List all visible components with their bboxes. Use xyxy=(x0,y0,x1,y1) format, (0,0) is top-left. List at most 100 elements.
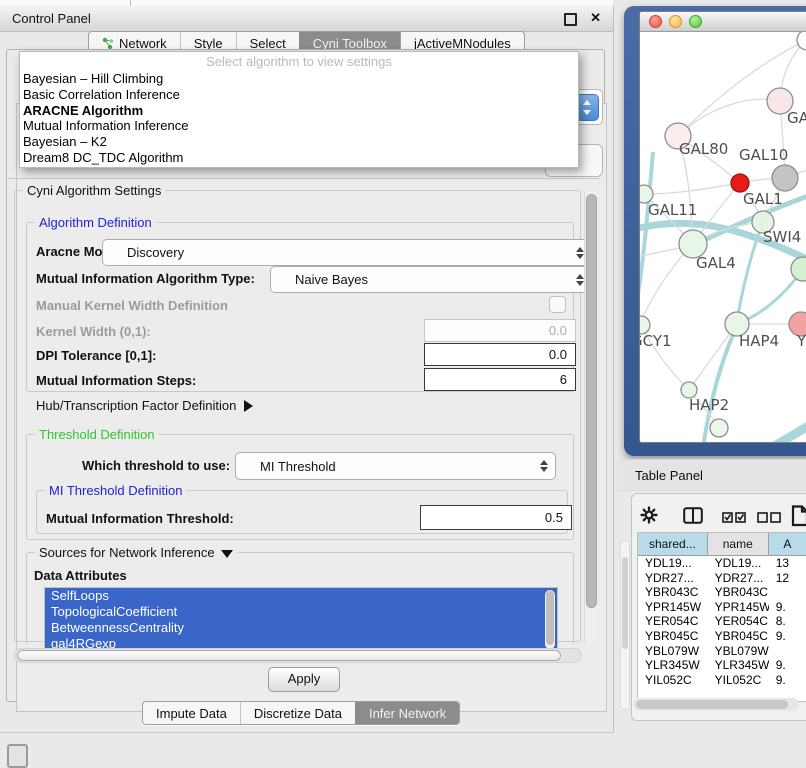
close-traffic-light-icon[interactable] xyxy=(649,15,662,28)
table-row[interactable]: YBL079WYBL079W xyxy=(638,644,806,659)
table-cell: YBL079W xyxy=(638,644,708,659)
network-view-window: GALGAL80GAL10GAL11GAL1SWI4GAL4GCY1HAP4YH… xyxy=(639,11,806,443)
settings-vertical-scrollbar[interactable] xyxy=(584,192,598,642)
zoom-traffic-light-icon[interactable] xyxy=(689,15,702,28)
document-icon[interactable] xyxy=(791,505,806,532)
collapsed-panel-icon[interactable] xyxy=(7,744,28,768)
sources-group-toggle[interactable]: Sources for Network Inference xyxy=(35,545,237,560)
table-row[interactable]: YLR345WYLR345W9. xyxy=(638,658,806,673)
node-table: shared...nameA YDL19...YDL19...13YDR27..… xyxy=(637,532,806,702)
scrollbar-thumb[interactable] xyxy=(586,194,597,608)
table-row[interactable]: YBR043CYBR043C xyxy=(638,585,806,600)
network-node-gal10[interactable] xyxy=(772,165,798,191)
group-title: Algorithm Definition xyxy=(35,215,156,230)
table-row[interactable]: YDL19...YDL19...13 xyxy=(638,556,806,571)
mi-type-combo[interactable]: Naive Bayes xyxy=(270,266,592,293)
table-row[interactable]: YER054CYER054C8. xyxy=(638,614,806,629)
scrollbar-thumb[interactable] xyxy=(546,591,554,645)
dpi-tolerance-field[interactable]: 0.0 xyxy=(424,343,576,366)
algorithm-option[interactable]: Dream8 DC_TDC Algorithm xyxy=(20,150,578,166)
tab-impute-data[interactable]: Impute Data xyxy=(143,702,240,724)
network-node[interactable] xyxy=(710,419,728,437)
network-window-titlebar[interactable] xyxy=(640,12,806,32)
mi-steps-label: Mutual Information Steps: xyxy=(36,373,196,388)
node-label-y: Y xyxy=(796,332,806,350)
network-node[interactable] xyxy=(791,257,806,281)
select-all-checkboxes-icon[interactable] xyxy=(722,510,746,528)
combo-spinner-focused[interactable] xyxy=(576,94,599,121)
list-vertical-scrollbar[interactable] xyxy=(545,590,555,649)
node-label-swi4: SWI4 xyxy=(763,228,801,246)
table-row[interactable]: YDR27...YDR27...12 xyxy=(638,571,806,586)
network-view-frame[interactable]: GALGAL80GAL10GAL11GAL1SWI4GAL4GCY1HAP4YH… xyxy=(624,6,806,456)
node-label-gal10: GAL10 xyxy=(739,146,788,164)
apply-button[interactable]: Apply xyxy=(268,667,340,692)
mi-threshold-field[interactable]: 0.5 xyxy=(420,505,572,530)
algorithm-option[interactable]: Bayesian – Hill Climbing xyxy=(20,71,578,87)
scrollbar-thumb[interactable] xyxy=(622,557,628,649)
which-threshold-combo[interactable]: MI Threshold xyxy=(235,452,556,480)
table-vertical-scrollbar[interactable] xyxy=(620,540,630,710)
gear-icon[interactable] xyxy=(640,506,658,529)
manual-kernel-checkbox[interactable] xyxy=(549,296,566,313)
column-header-2[interactable]: name xyxy=(708,533,769,555)
table-row[interactable]: YBR045CYBR045C9. xyxy=(638,629,806,644)
aracne-mode-combo[interactable]: Discovery xyxy=(102,239,592,266)
node-label-gal1: GAL1 xyxy=(743,190,783,208)
hub-section-label: Hub/Transcription Factor Definition xyxy=(36,398,236,413)
algorithm-option[interactable]: Bayesian – K2 xyxy=(20,134,578,150)
hub-section-toggle[interactable]: Hub/Transcription Factor Definition xyxy=(36,398,253,413)
tab-discretize-data[interactable]: Discretize Data xyxy=(240,702,355,724)
stepper-arrows-icon[interactable] xyxy=(576,274,584,286)
stepper-arrows-icon[interactable] xyxy=(540,460,548,472)
algorithm-option[interactable]: Basic Correlation Inference xyxy=(20,87,578,103)
node-label-hap2: HAP2 xyxy=(689,396,729,414)
close-icon[interactable]: ✕ xyxy=(590,10,601,26)
network-canvas[interactable]: GALGAL80GAL10GAL11GAL1SWI4GAL4GCY1HAP4YH… xyxy=(640,32,806,442)
minimize-traffic-light-icon[interactable] xyxy=(669,15,682,28)
scrollbar-thumb[interactable] xyxy=(17,650,561,661)
control-panel-titlebar: Control Panel ✕ xyxy=(0,6,613,32)
float-window-icon[interactable] xyxy=(564,13,577,26)
node-label-hap4: HAP4 xyxy=(739,332,779,350)
algorithm-option[interactable]: Mutual Information Inference xyxy=(20,118,578,134)
field-value: 6 xyxy=(560,372,567,387)
tab-infer-network[interactable]: Infer Network xyxy=(355,702,459,724)
data-attributes-list[interactable]: SelfLoopsTopologicalCoefficientBetweenne… xyxy=(44,587,558,652)
table-cell: 9. xyxy=(769,600,806,615)
table-cell: YDL19... xyxy=(638,556,708,571)
manual-kernel-label: Manual Kernel Width Definition xyxy=(36,298,228,313)
algorithm-option[interactable]: ARACNE Algorithm xyxy=(20,103,578,119)
table-cell: YDL19... xyxy=(708,556,769,571)
panel-title: Control Panel xyxy=(12,11,91,26)
data-attribute-item[interactable]: BetweennessCentrality xyxy=(45,620,557,636)
table-horizontal-scrollbar[interactable] xyxy=(633,698,799,711)
data-attribute-item[interactable]: SelfLoops xyxy=(45,588,557,604)
column-header-1[interactable]: shared... xyxy=(638,533,708,555)
table-cell: YBR043C xyxy=(708,585,769,600)
combo-value: MI Threshold xyxy=(260,459,336,474)
field-value: 0.0 xyxy=(549,323,567,338)
table-row[interactable]: YPR145WYPR145W9. xyxy=(638,600,806,615)
table-cell: YBR045C xyxy=(708,629,769,644)
collapsed-arrow-icon[interactable] xyxy=(244,400,253,412)
settings-horizontal-scrollbar[interactable] xyxy=(14,648,582,663)
table-cell: YIL052C xyxy=(638,673,708,688)
table-row[interactable]: YIL052CYIL052C9. xyxy=(638,673,806,688)
split-pane-icon[interactable] xyxy=(683,507,703,529)
scrollbar-thumb[interactable] xyxy=(636,700,788,709)
mi-steps-field[interactable]: 6 xyxy=(424,368,576,391)
table-cell: YDR27... xyxy=(638,571,708,586)
network-node[interactable] xyxy=(797,32,806,50)
deselect-all-checkboxes-icon[interactable] xyxy=(757,510,781,528)
table-cell: YPR145W xyxy=(638,600,708,615)
kernel-width-field[interactable]: 0.0 xyxy=(424,319,576,342)
table-panel-titlebar: Table Panel xyxy=(617,459,806,491)
expanded-arrow-icon[interactable] xyxy=(221,550,233,558)
field-value: 0.5 xyxy=(545,510,563,525)
stepper-arrows-icon[interactable] xyxy=(576,247,584,259)
column-header-3[interactable]: A xyxy=(769,533,806,555)
data-attribute-item[interactable]: TopologicalCoefficient xyxy=(45,604,557,620)
mi-type-label: Mutual Information Algorithm Type: xyxy=(36,271,255,286)
table-cell: YBR043C xyxy=(638,585,708,600)
